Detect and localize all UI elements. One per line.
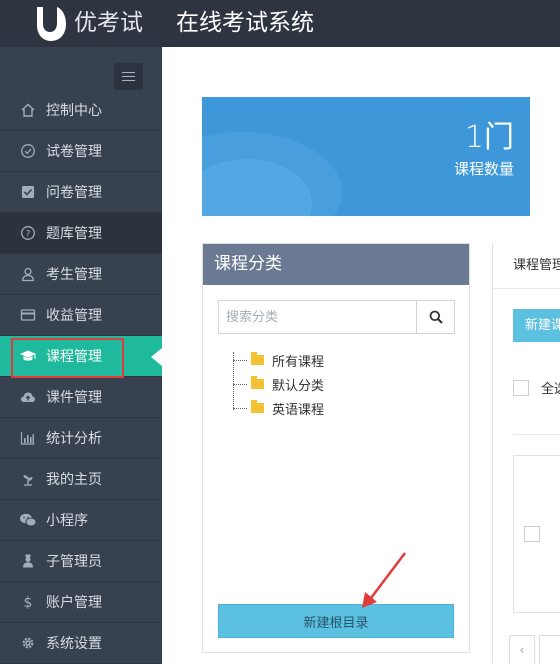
app-title: 在线考试系统 [176, 10, 314, 36]
folder-icon [251, 376, 264, 389]
select-all-checkbox[interactable] [513, 379, 529, 396]
sidebar-item-label: 课程管理 [46, 349, 102, 365]
app-root: 优考试 在线考试系统 控制中心 试卷管理 问卷管理 ? 题库管理 考生管理 收益… [0, 0, 560, 664]
category-panel: 课程分类 所有课程 默认分类 [202, 243, 470, 653]
svg-text:$: $ [24, 595, 33, 610]
sidebar-item-mini-program[interactable]: 小程序 [0, 500, 162, 541]
graduation-cap-icon [18, 346, 38, 366]
admin-user-icon [18, 551, 38, 571]
checkbox-icon [18, 182, 38, 202]
category-panel-title: 课程分类 [203, 244, 469, 285]
course-count-value: 1门 [464, 120, 514, 155]
sidebar-item-my-homepage[interactable]: 我的主页 [0, 459, 162, 500]
sidebar-item-sub-admins[interactable]: 子管理员 [0, 541, 162, 582]
active-indicator [151, 348, 162, 366]
pagination: ‹ [509, 635, 560, 664]
sidebar-item-label: 题库管理 [46, 226, 102, 242]
select-all-control[interactable]: 全选 [513, 378, 560, 397]
home-icon [18, 100, 38, 120]
sidebar-item-label: 账户管理 [46, 595, 102, 611]
sidebar-item-label: 统计分析 [46, 431, 102, 447]
new-course-button[interactable]: 新建课程 [513, 309, 560, 342]
bar-chart-icon [18, 428, 38, 448]
logo-icon [37, 7, 66, 41]
gear-icon [18, 633, 38, 653]
sidebar-item-label: 收益管理 [46, 308, 102, 324]
search-button[interactable] [416, 301, 454, 333]
cloud-upload-icon [18, 387, 38, 407]
tree-connector [233, 407, 247, 409]
sidebar-item-question-bank[interactable]: ? 题库管理 [0, 213, 162, 254]
tree-node-label: 所有课程 [272, 354, 325, 370]
sidebar-item-label: 控制中心 [46, 103, 102, 119]
dollar-icon: $ [18, 592, 38, 612]
sidebar-item-label: 我的主页 [46, 472, 102, 488]
sidebar-item-label: 系统设置 [46, 636, 102, 652]
tree-connector [233, 359, 247, 361]
sidebar-menu: 控制中心 试卷管理 问卷管理 ? 题库管理 考生管理 收益管理 课程管理 课件管… [0, 90, 162, 664]
course-count-label: 课程数量 [453, 160, 514, 178]
tree-node-default-category[interactable]: 默认分类 [229, 372, 429, 396]
search-icon [429, 310, 443, 324]
sidebar-item-label: 小程序 [46, 513, 88, 529]
page-button[interactable] [539, 635, 560, 664]
prev-page-button[interactable]: ‹ [509, 635, 535, 664]
svg-text:?: ? [26, 230, 31, 240]
user-icon [18, 264, 38, 284]
new-root-directory-button[interactable]: 新建根目录 [218, 604, 454, 638]
sidebar-item-control-center[interactable]: 控制中心 [0, 90, 162, 131]
tree-node-label: 默认分类 [272, 378, 325, 394]
sidebar-item-label: 考生管理 [46, 267, 102, 283]
sidebar-item-courseware[interactable]: 课件管理 [0, 377, 162, 418]
check-circle-icon [18, 141, 38, 161]
sidebar-item-system-settings[interactable]: 系统设置 [0, 623, 162, 664]
course-panel-title: 课程管理 [493, 243, 560, 289]
sidebar-item-account[interactable]: $ 账户管理 [0, 582, 162, 623]
folder-icon [251, 352, 264, 365]
main-content: 1门 课程数量 课程分类 所有课程 [162, 47, 560, 664]
course-count-card: 1门 课程数量 [202, 97, 530, 216]
sidebar-item-examinees[interactable]: 考生管理 [0, 254, 162, 295]
sidebar-item-questionnaires[interactable]: 问卷管理 [0, 172, 162, 213]
tree-node-label: 英语课程 [272, 402, 325, 418]
tree-node-all-courses[interactable]: 所有课程 [229, 348, 429, 372]
sidebar-item-label: 问卷管理 [46, 185, 102, 201]
sidebar: 控制中心 试卷管理 问卷管理 ? 题库管理 考生管理 收益管理 课程管理 课件管… [0, 47, 162, 664]
category-tree: 所有课程 默认分类 英语课程 [229, 348, 429, 420]
top-bar: 优考试 在线考试系统 [0, 0, 560, 47]
divider [513, 434, 560, 435]
question-circle-icon: ? [18, 223, 38, 243]
category-search [218, 300, 455, 334]
course-card[interactable] [513, 455, 560, 613]
sidebar-toggle-button[interactable] [114, 63, 143, 90]
course-checkbox[interactable] [524, 526, 540, 542]
sidebar-item-statistics[interactable]: 统计分析 [0, 418, 162, 459]
sidebar-item-label: 子管理员 [46, 554, 102, 570]
sidebar-item-revenue[interactable]: 收益管理 [0, 295, 162, 336]
brand-name: 优考试 [74, 10, 143, 36]
wechat-icon [18, 510, 38, 530]
tree-node-english-courses[interactable]: 英语课程 [229, 396, 429, 420]
folder-icon [251, 400, 264, 413]
select-all-label: 全选 [541, 382, 560, 397]
course-management-panel: 课程管理 新建课程 全选 ‹ [492, 243, 560, 664]
plant-icon [18, 469, 38, 489]
sidebar-item-exam-papers[interactable]: 试卷管理 [0, 131, 162, 172]
category-search-input[interactable] [219, 301, 416, 333]
tree-connector [233, 383, 247, 385]
credit-card-icon [18, 305, 38, 325]
sidebar-item-label: 课件管理 [46, 390, 102, 406]
sidebar-item-label: 试卷管理 [46, 144, 102, 160]
sidebar-item-courses[interactable]: 课程管理 [0, 336, 162, 377]
